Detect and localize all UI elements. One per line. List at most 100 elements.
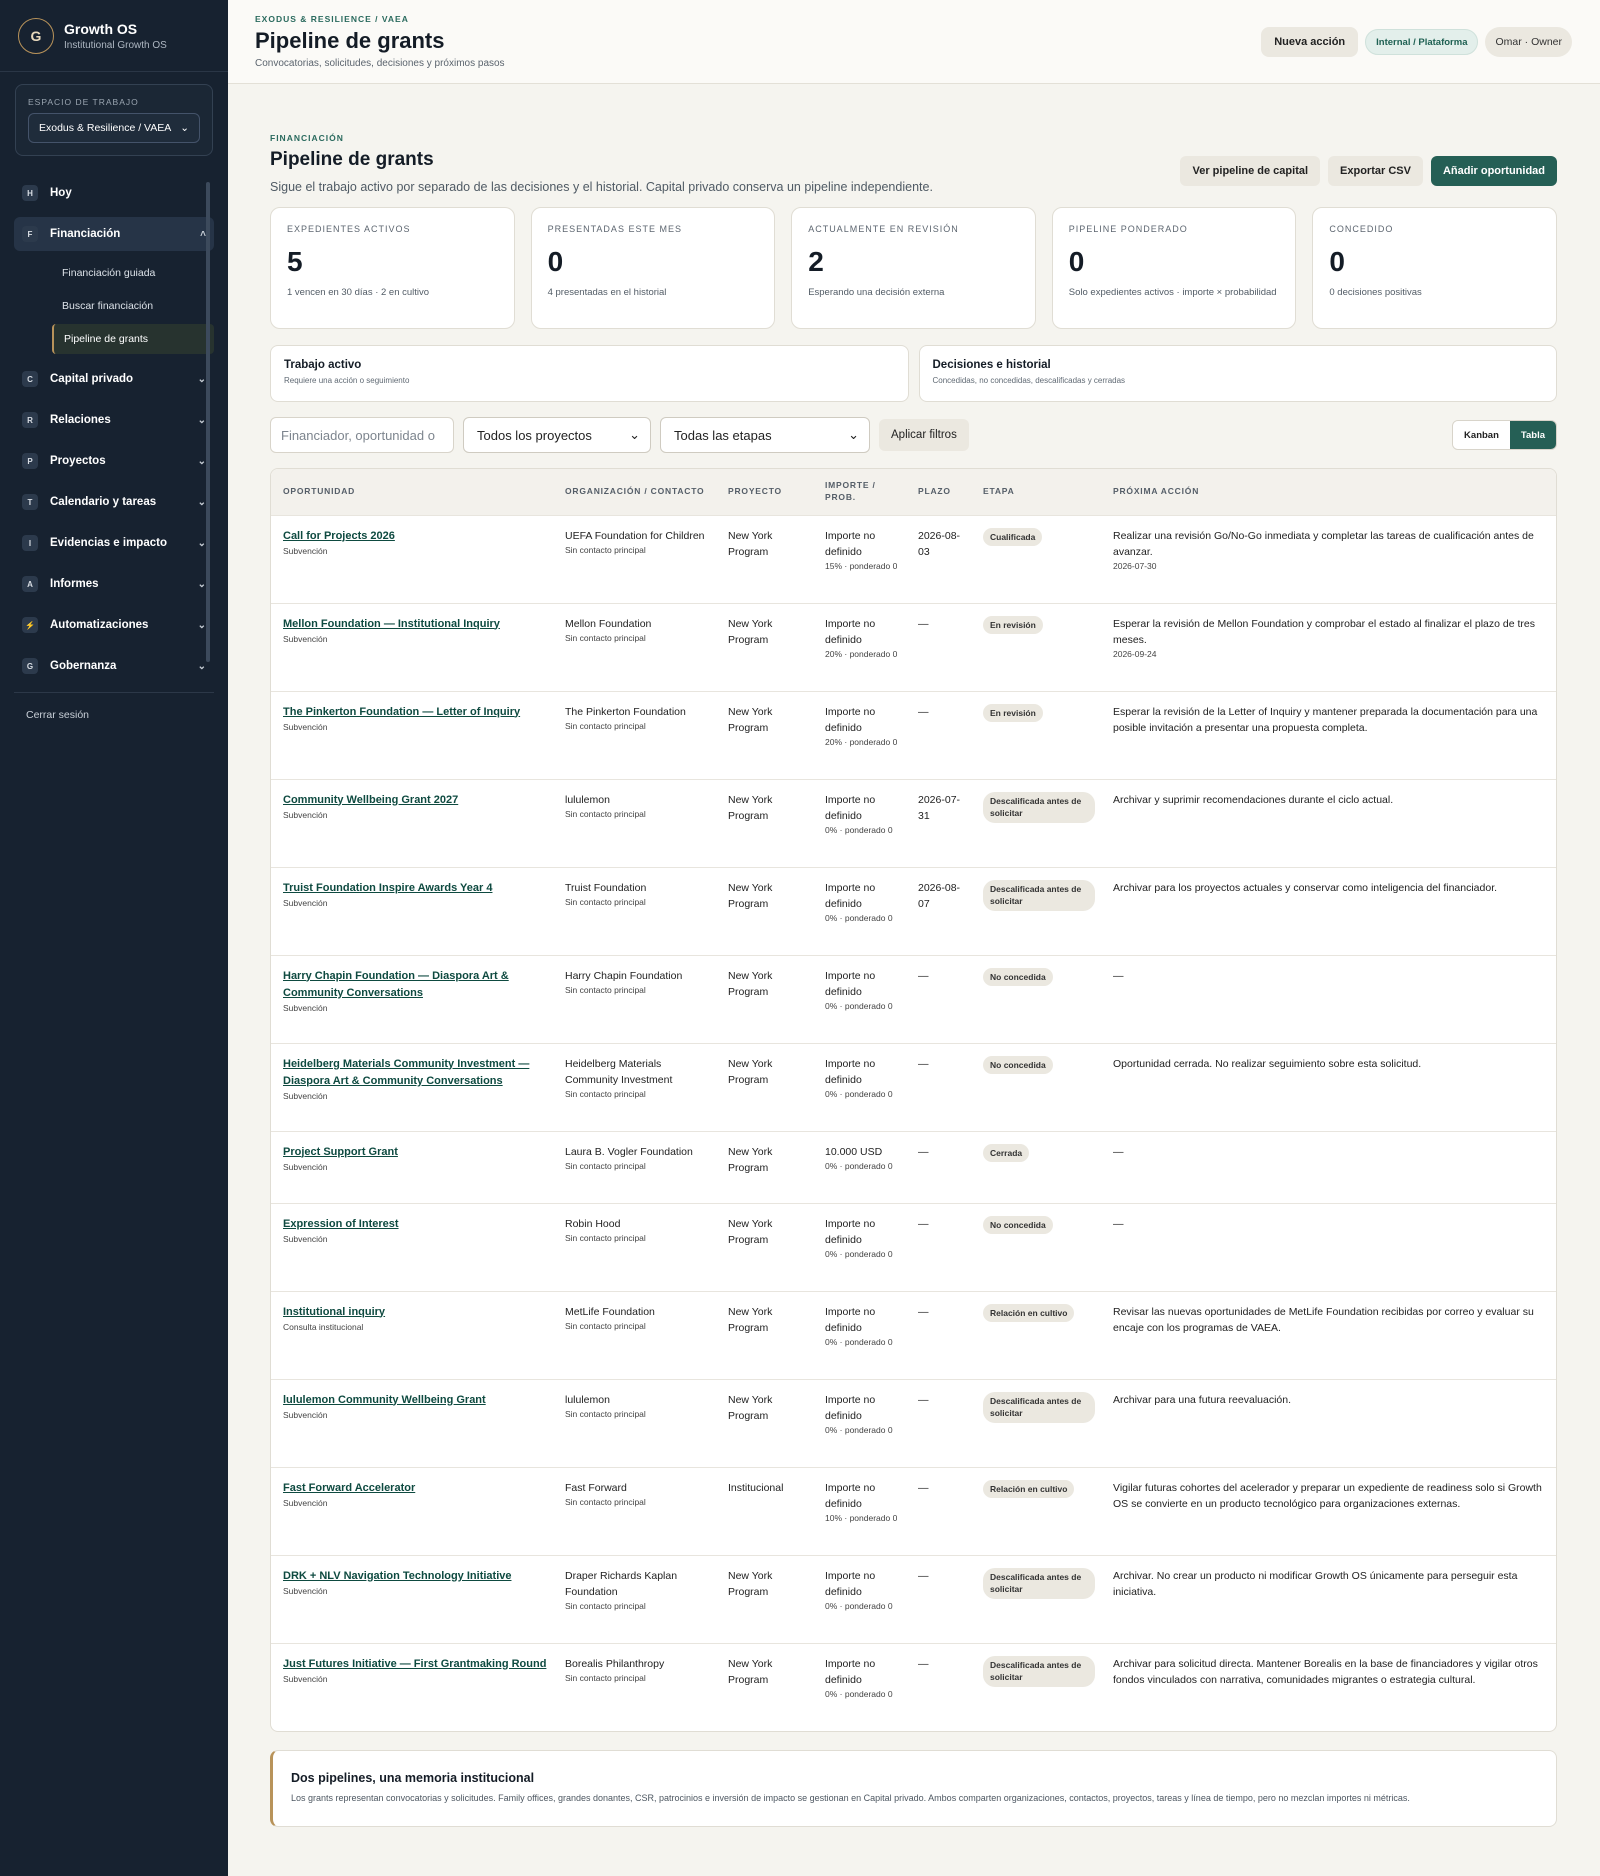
next-action-cell: Esperar la revisión de Mellon Foundation… — [1101, 602, 1556, 691]
opportunity-type: Subvención — [283, 1585, 328, 1596]
opportunity-link[interactable]: Community Wellbeing Grant 2027 — [283, 792, 547, 809]
amount-value: Importe no definido — [825, 529, 876, 558]
metric-label: EXPEDIENTES ACTIVOS — [287, 224, 411, 234]
workspace-tag: Internal / Plataforma — [1365, 29, 1479, 55]
next-action-text: Archivar para una futura reevaluación. — [1113, 1393, 1292, 1406]
opportunity-cell: Mellon Foundation — Institutional Inquir… — [271, 602, 553, 691]
sidebar-scrollbar[interactable] — [206, 182, 210, 662]
opportunity-cell: Truist Foundation Inspire Awards Year 4S… — [271, 866, 553, 955]
table-view-button[interactable]: Tabla — [1509, 421, 1556, 449]
new-action-button[interactable]: Nueva acción — [1261, 27, 1359, 57]
opportunity-cell: Harry Chapin Foundation — Diaspora Art &… — [271, 954, 553, 1043]
tab-decisiones-historial[interactable]: Decisiones e historial Concedidas, no co… — [918, 345, 1557, 402]
organization-name: lululemon — [565, 793, 610, 806]
sidebar-item-relaciones[interactable]: R Relaciones ⌄ — [14, 403, 214, 437]
opportunity-type: Subvención — [283, 1409, 328, 1420]
opportunity-cell: Just Futures Initiative — First Grantmak… — [271, 1642, 553, 1731]
opportunity-type: Subvención — [283, 1090, 328, 1101]
opportunity-link[interactable]: lululemon Community Wellbeing Grant — [283, 1392, 547, 1409]
financiacion-icon: F — [22, 226, 38, 242]
opportunity-link[interactable]: Institutional inquiry — [283, 1304, 547, 1321]
organization-cell: Truist Foundation Sin contacto principal — [553, 866, 716, 955]
grants-table: OPORTUNIDAD ORGANIZACIÓN / CONTACTO PROY… — [270, 468, 1557, 1732]
organization-cell: Robin Hood Sin contacto principal — [553, 1202, 716, 1291]
brand[interactable]: G Growth OS Institutional Growth OS — [0, 0, 228, 72]
divider — [14, 692, 214, 693]
opportunity-link[interactable]: Mellon Foundation — Institutional Inquir… — [283, 616, 547, 633]
table-row: Institutional inquiry Consulta institucio… — [271, 1290, 1556, 1379]
sidebar-item-calendario[interactable]: T Calendario y tareas ⌄ — [14, 485, 214, 519]
tab-title: Decisiones e historial — [932, 359, 1051, 371]
project-cell: New York Program — [716, 954, 813, 1043]
next-action-cell: Archivar y suprimir recomendaciones dura… — [1101, 778, 1556, 867]
sidebar-item-capital-privado[interactable]: C Capital privado ⌄ — [14, 362, 214, 396]
user-menu[interactable]: Omar · Owner — [1485, 27, 1572, 57]
workspace-select[interactable]: Exodus & Resilience / VAEA ⌄ — [28, 113, 200, 143]
tab-trabajo-activo[interactable]: Trabajo activo Requiere una acción o seg… — [270, 345, 909, 402]
subnav-financiacion-guiada[interactable]: Financiación guiada — [52, 258, 214, 288]
stage-select[interactable]: Todas las etapas ⌄ — [660, 417, 870, 453]
table-row: Project Support Grant Subvención Laura B. … — [271, 1130, 1556, 1203]
next-action-text: Archivar. No crear un producto ni modifi… — [1113, 1569, 1518, 1598]
deadline-cell: — — [906, 1642, 971, 1731]
table-header-row: OPORTUNIDAD ORGANIZACIÓN / CONTACTO PROY… — [271, 469, 1556, 515]
organization-name: The Pinkerton Foundation — [565, 705, 686, 718]
project-cell: New York Program — [716, 1554, 813, 1643]
deadline-cell: 2026-08-03 — [906, 514, 971, 603]
opportunity-link[interactable]: Harry Chapin Foundation — Diaspora Art &… — [283, 968, 547, 1002]
stage-cell: No concedida — [971, 1042, 1101, 1131]
opportunity-link[interactable]: Expression of Interest — [283, 1216, 547, 1233]
opportunity-link[interactable]: Fast Forward Accelerator — [283, 1480, 547, 1497]
sidebar-item-proyectos[interactable]: P Proyectos ⌄ — [14, 444, 214, 478]
project-cell: New York Program — [716, 778, 813, 867]
add-opportunity-button[interactable]: Añadir oportunidad — [1430, 156, 1557, 186]
subnav-pipeline-grants[interactable]: Pipeline de grants — [52, 324, 214, 354]
opportunity-link[interactable]: Project Support Grant — [283, 1144, 547, 1161]
opportunity-link[interactable]: DRK + NLV Navigation Technology Initiati… — [283, 1568, 547, 1585]
next-action-text: Revisar las nuevas oportunidades de MetL… — [1113, 1305, 1534, 1334]
metric-value: 5 — [287, 246, 303, 277]
sidebar-item-financiacion[interactable]: F Financiación ˄ — [14, 217, 214, 251]
sidebar-item-automatizaciones[interactable]: ⚡ Automatizaciones ⌄ — [14, 608, 214, 642]
next-action-cell: Revisar las nuevas oportunidades de MetL… — [1101, 1290, 1556, 1379]
logout-link[interactable]: Cerrar sesión — [26, 709, 89, 721]
opportunity-type: Consulta institucional — [283, 1321, 364, 1332]
proyectos-icon: P — [22, 453, 38, 469]
opportunity-type: Subvención — [283, 809, 328, 820]
next-action-cell: Archivar para una futura reevaluación. — [1101, 1378, 1556, 1467]
sidebar-item-evidencias[interactable]: I Evidencias e impacto ⌄ — [14, 526, 214, 560]
opportunity-link[interactable]: Call for Projects 2026 — [283, 528, 547, 545]
subnav-buscar-financiacion[interactable]: Buscar financiación — [52, 291, 214, 321]
opportunity-link[interactable]: Truist Foundation Inspire Awards Year 4 — [283, 880, 547, 897]
opportunity-type: Subvención — [283, 1002, 328, 1013]
opportunity-link[interactable]: Heidelberg Materials Community Investmen… — [283, 1056, 547, 1090]
table-row: Call for Projects 2026 Subvención UEFA Fou… — [271, 514, 1556, 603]
organization-cell: UEFA Foundation for Children Sin contacto… — [553, 514, 716, 603]
metric-label: CONCEDIDO — [1329, 224, 1394, 234]
informes-icon: A — [22, 576, 38, 592]
capital-icon: C — [22, 371, 38, 387]
table-body: Call for Projects 2026 Subvención UEFA Fou… — [271, 514, 1556, 1731]
project-select[interactable]: Todos los proyectos ⌄ — [463, 417, 651, 453]
sidebar-item-informes[interactable]: A Informes ⌄ — [14, 567, 214, 601]
hoy-icon: H — [22, 185, 38, 201]
tab-title: Trabajo activo — [284, 359, 362, 371]
probability-value: 15% · ponderado 0 — [825, 561, 898, 572]
next-action-cell: Archivar para los proyectos actuales y c… — [1101, 866, 1556, 955]
sidebar-item-hoy[interactable]: H Hoy — [14, 176, 214, 210]
kanban-view-button[interactable]: Kanban — [1453, 421, 1510, 449]
amount-cell: Importe no definido 0% · ponderado 0 — [813, 1554, 906, 1643]
search-input[interactable]: Financiador, oportunidad o — [270, 417, 454, 453]
organization-name: MetLife Foundation — [565, 1305, 655, 1318]
sidebar-item-gobernanza[interactable]: G Gobernanza ⌄ — [14, 649, 214, 683]
opportunity-link[interactable]: Just Futures Initiative — First Grantmak… — [283, 1656, 547, 1673]
view-toggle: Kanban Tabla — [1452, 420, 1557, 450]
export-csv-button[interactable]: Exportar CSV — [1328, 156, 1423, 186]
organization-cell: Borealis Philanthropy Sin contacto princi… — [553, 1642, 716, 1731]
view-capital-pipeline-button[interactable]: Ver pipeline de capital — [1180, 156, 1321, 186]
chevron-down-icon: ⌄ — [180, 122, 189, 134]
project-select-value: Todos los proyectos — [477, 427, 592, 443]
opportunity-link[interactable]: The Pinkerton Foundation — Letter of Inq… — [283, 704, 547, 721]
metric-note: 0 decisiones positivas — [1329, 287, 1422, 298]
apply-filters-button[interactable]: Aplicar filtros — [879, 419, 969, 451]
